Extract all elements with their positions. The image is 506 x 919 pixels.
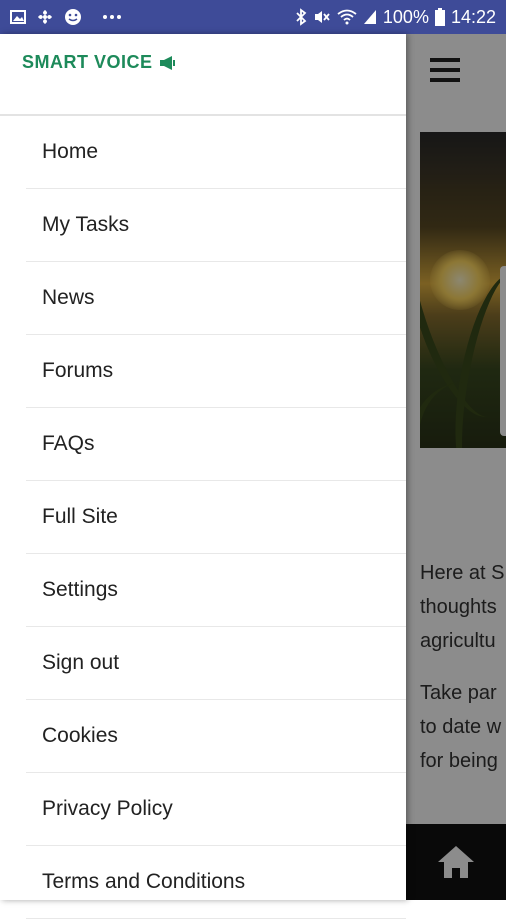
menu-item-full-site[interactable]: Full Site	[26, 481, 406, 554]
menu-item-terms-and-conditions[interactable]: Terms and Conditions	[26, 846, 406, 919]
menu-item-settings[interactable]: Settings	[26, 554, 406, 627]
menu-item-cookies[interactable]: Cookies	[26, 700, 406, 773]
menu-item-sign-out[interactable]: Sign out	[26, 627, 406, 700]
navigation-drawer: SMART VOICE Home My Tasks News Forums FA…	[0, 34, 406, 919]
battery-icon	[434, 8, 445, 26]
menu-item-forums[interactable]: Forums	[26, 335, 406, 408]
menu-item-privacy-policy[interactable]: Privacy Policy	[26, 773, 406, 846]
smiley-icon	[64, 8, 82, 26]
megaphone-icon	[159, 55, 175, 70]
menu-item-my-tasks[interactable]: My Tasks	[26, 189, 406, 262]
menu-item-faqs[interactable]: FAQs	[26, 408, 406, 481]
image-icon	[10, 9, 26, 25]
status-time: 14:22	[450, 6, 496, 27]
drawer-menu: Home My Tasks News Forums FAQs Full Site…	[0, 116, 406, 919]
fan-icon	[36, 8, 54, 26]
bluetooth-icon	[295, 8, 307, 26]
signal-icon	[363, 9, 377, 25]
menu-item-news[interactable]: News	[26, 262, 406, 335]
mute-icon	[313, 8, 331, 26]
smart-voice-logo: SMART VOICE	[22, 52, 177, 73]
battery-percent: 100%	[382, 6, 429, 27]
wifi-icon	[337, 9, 357, 25]
drawer-header: SMART VOICE	[0, 34, 406, 116]
menu-item-home[interactable]: Home	[26, 116, 406, 189]
status-bar: 100% 14:22	[0, 0, 506, 34]
more-icon	[102, 14, 122, 20]
